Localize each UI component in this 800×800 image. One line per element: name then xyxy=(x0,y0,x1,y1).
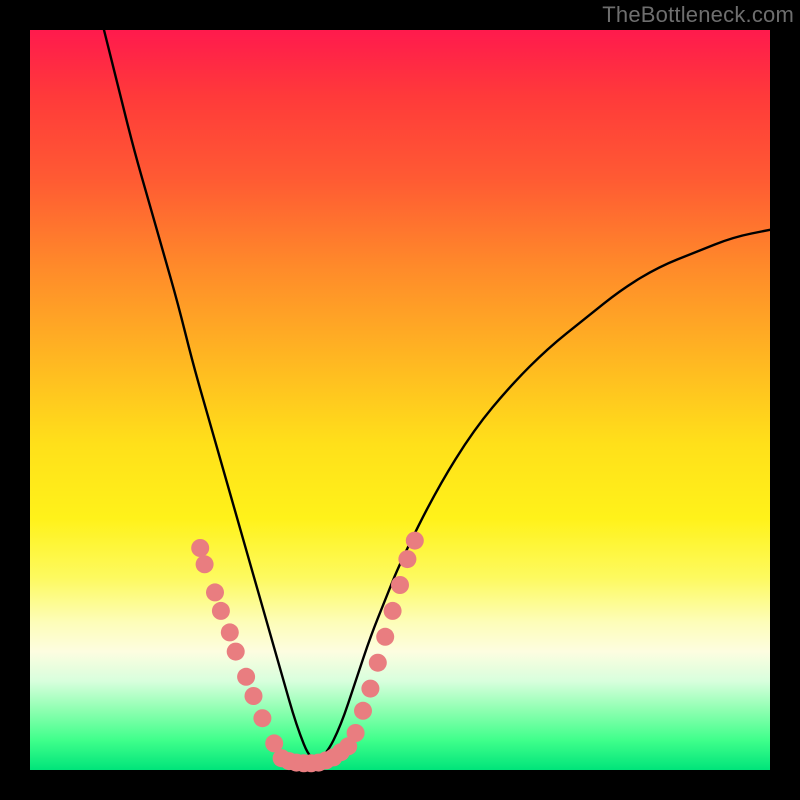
curve-marker xyxy=(354,702,372,720)
watermark-text: TheBottleneck.com xyxy=(602,2,794,28)
curve-marker xyxy=(361,680,379,698)
curve-marker xyxy=(227,643,245,661)
curve-marker xyxy=(206,583,224,601)
curve-marker xyxy=(253,709,271,727)
curve-marker xyxy=(221,623,239,641)
bottleneck-curve-path xyxy=(104,30,770,760)
curve-marker xyxy=(391,576,409,594)
chart-svg xyxy=(30,30,770,770)
curve-marker xyxy=(384,602,402,620)
marker-group xyxy=(191,532,424,773)
curve-marker xyxy=(212,602,230,620)
curve-marker xyxy=(376,628,394,646)
curve-marker xyxy=(237,668,255,686)
curve-marker xyxy=(369,654,387,672)
curve-marker xyxy=(245,687,263,705)
chart-frame: TheBottleneck.com xyxy=(0,0,800,800)
curve-marker xyxy=(406,532,424,550)
curve-marker xyxy=(398,550,416,568)
curve-group xyxy=(104,30,770,760)
curve-marker xyxy=(191,539,209,557)
curve-marker xyxy=(347,724,365,742)
curve-marker xyxy=(196,555,214,573)
